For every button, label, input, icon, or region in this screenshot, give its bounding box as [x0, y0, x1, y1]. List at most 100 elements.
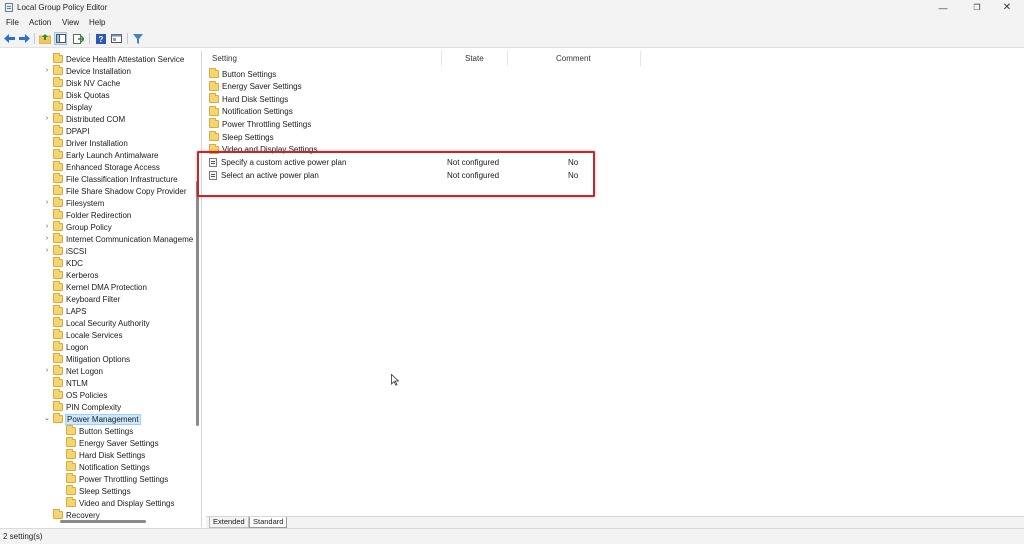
tree-child-item[interactable]: Hard Disk Settings [66, 449, 145, 461]
tree-item-label: Device Health Attestation Service [66, 54, 185, 64]
tree-item[interactable]: Locale Services [53, 329, 122, 341]
expand-chevron-icon[interactable]: › [43, 197, 51, 209]
minimize-button[interactable]: — [926, 0, 960, 16]
tree-item-label: Logon [66, 342, 89, 352]
tree-child-item[interactable]: Button Settings [66, 425, 133, 437]
tree-item[interactable]: PIN Complexity [53, 401, 121, 413]
show-hide-tree-icon[interactable] [54, 32, 67, 45]
tree-item[interactable]: Disk NV Cache [53, 77, 120, 89]
list-folder-row[interactable]: Hard Disk Settings [209, 93, 288, 105]
tree-item[interactable]: Logon [53, 341, 88, 353]
folder-icon [209, 105, 219, 116]
tree-item-label: Kernel DMA Protection [66, 282, 147, 292]
collapse-chevron-icon[interactable]: ⌄ [43, 413, 51, 425]
menu-help[interactable]: Help [89, 18, 105, 27]
list-folder-row[interactable]: Notification Settings [209, 105, 293, 118]
tree-vertical-scrollbar[interactable] [195, 51, 200, 521]
tree-item[interactable]: KDC [53, 257, 83, 269]
tree-child-item[interactable]: Sleep Settings [66, 485, 131, 497]
tree-scroll-thumb[interactable] [196, 181, 199, 426]
folder-icon [66, 485, 76, 495]
tree-item[interactable]: Kernel DMA Protection [53, 281, 147, 293]
tab-extended[interactable]: Extended [209, 517, 249, 528]
list-folder-row[interactable]: Button Settings [209, 68, 276, 80]
tree-item[interactable]: Enhanced Storage Access [53, 161, 160, 173]
folder-icon [53, 173, 63, 183]
properties-icon[interactable] [110, 32, 123, 45]
tab-standard[interactable]: Standard [249, 517, 288, 528]
folder-icon [53, 401, 63, 411]
column-header-comment[interactable]: Comment [556, 54, 591, 63]
tree-item[interactable]: › Internet Communication Manageme [46, 233, 193, 245]
list-folder-row[interactable]: Power Throttling Settings [209, 118, 311, 130]
list-folder-row[interactable]: Energy Saver Settings [209, 80, 302, 93]
tree-item[interactable]: › Distributed COM [46, 113, 125, 125]
expand-chevron-icon[interactable]: › [43, 233, 51, 245]
tree-item[interactable]: NTLM [53, 377, 88, 389]
tree-item[interactable]: File Classification Infrastructure [53, 173, 178, 185]
highlight-annotation-box [197, 151, 595, 197]
tree-item-label: Video and Display Settings [79, 498, 175, 508]
folder-icon [66, 461, 76, 471]
tree-item[interactable]: Early Launch Antimalware [53, 149, 159, 161]
filter-icon[interactable] [131, 32, 144, 45]
tree-item[interactable]: DPAPI [53, 125, 89, 137]
forward-arrow-icon[interactable] [18, 32, 31, 45]
tree-item[interactable]: › Device Installation [46, 65, 131, 77]
close-button[interactable]: ✕ [990, 0, 1024, 16]
folder-icon [53, 161, 63, 171]
folder-icon [66, 437, 76, 447]
back-arrow-icon[interactable] [3, 32, 16, 45]
status-text: 2 setting(s) [3, 532, 43, 541]
tree-item[interactable]: › Group Policy [46, 221, 112, 233]
tree-item[interactable]: Disk Quotas [53, 89, 110, 101]
folder-icon [53, 341, 63, 351]
expand-chevron-icon[interactable]: › [43, 113, 51, 125]
menu-file[interactable]: File [6, 18, 19, 27]
tree-item-label: Keyboard Filter [66, 294, 121, 304]
menu-view[interactable]: View [62, 18, 79, 27]
menu-action[interactable]: Action [29, 18, 51, 27]
folder-icon [209, 118, 219, 129]
tree-item[interactable]: Device Health Attestation Service [53, 53, 184, 65]
column-header-state[interactable]: State [465, 54, 484, 63]
tree-item[interactable]: Driver Installation [53, 137, 128, 149]
tree-item[interactable]: Folder Redirection [53, 209, 131, 221]
folder-icon [53, 353, 63, 363]
help-icon[interactable]: ? [94, 32, 107, 45]
tree-item[interactable]: › Filesystem [46, 197, 104, 209]
tree-item[interactable]: Display [53, 101, 92, 113]
expand-chevron-icon[interactable]: › [43, 221, 51, 233]
settings-list-pane[interactable] [206, 51, 1024, 516]
maximize-button[interactable]: ❐ [960, 0, 994, 16]
tree-child-item[interactable]: Power Throttling Settings [66, 473, 168, 485]
tree-item[interactable]: Kerberos [53, 269, 98, 281]
tree-item[interactable]: LAPS [53, 305, 86, 317]
tree-pane[interactable]: Device Health Attestation Service › Device… [0, 51, 202, 527]
expand-chevron-icon[interactable]: › [43, 365, 51, 377]
tree-item[interactable]: OS Policies [53, 389, 107, 401]
expand-chevron-icon[interactable]: › [43, 245, 51, 257]
list-folder-row[interactable]: Sleep Settings [209, 131, 274, 143]
tree-item-label: OS Policies [66, 390, 108, 400]
up-folder-icon[interactable] [38, 32, 51, 45]
list-folder-label: Power Throttling Settings [222, 119, 312, 129]
tree-horizontal-scroll-thumb[interactable] [60, 520, 146, 523]
tree-item[interactable]: File Share Shadow Copy Provider [53, 185, 187, 197]
tree-child-item[interactable]: Notification Settings [66, 461, 150, 473]
tree-child-item[interactable]: Video and Display Settings [66, 497, 174, 509]
tree-child-item[interactable]: Energy Saver Settings [66, 437, 159, 449]
expand-chevron-icon[interactable]: › [43, 65, 51, 77]
tree-item[interactable]: ⌄ Power Management [44, 413, 141, 425]
folder-icon [53, 197, 63, 207]
folder-icon [53, 89, 63, 99]
tree-item[interactable]: Mitigation Options [53, 353, 130, 365]
folder-icon [53, 257, 63, 267]
tree-item[interactable]: › Net Logon [46, 365, 103, 377]
tree-item[interactable]: › iSCSI [46, 245, 86, 257]
tree-item[interactable]: Local Security Authority [53, 317, 150, 329]
export-list-icon[interactable] [72, 32, 85, 45]
tree-item-label: Recovery [66, 510, 100, 520]
tree-item[interactable]: Keyboard Filter [53, 293, 120, 305]
column-header-setting[interactable]: Setting [212, 54, 237, 63]
